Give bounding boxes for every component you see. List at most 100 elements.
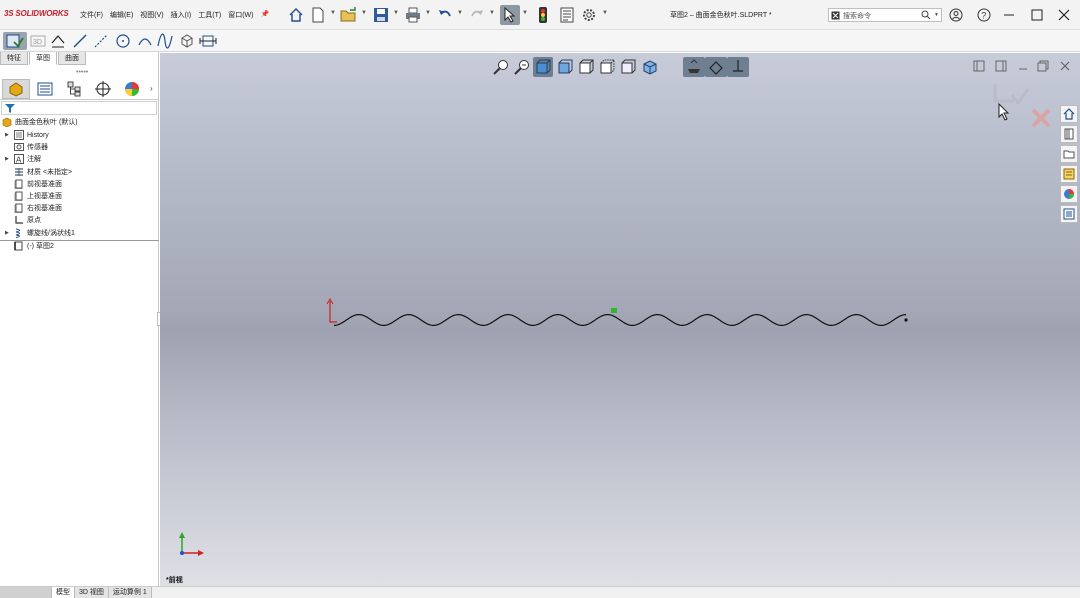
tab-surfaces[interactable]: 曲面 <box>58 52 86 65</box>
save-dropdown-caret[interactable]: ▼ <box>393 10 399 16</box>
task-pane-resources-button[interactable] <box>1060 125 1078 143</box>
options-button[interactable] <box>579 5 599 25</box>
tangent-edges-button[interactable] <box>727 57 749 77</box>
tab-sketch[interactable]: 草图 <box>29 52 57 65</box>
search-input[interactable]: 搜索命令 <box>843 11 871 21</box>
expand-arrow-icon[interactable]: ▶ <box>5 156 11 162</box>
select-dropdown-caret[interactable]: ▼ <box>522 10 528 16</box>
smart-dimension-button[interactable] <box>48 32 68 50</box>
helix-start-point[interactable] <box>611 308 617 313</box>
tree-item-front-plane[interactable]: 前视基准面 <box>14 178 62 190</box>
task-pane-file-explorer-button[interactable] <box>1060 145 1078 163</box>
previous-view-button[interactable] <box>533 57 553 77</box>
new-document-button[interactable] <box>308 5 328 25</box>
new-dropdown-caret[interactable]: ▼ <box>330 10 336 16</box>
view-settings-button[interactable] <box>705 57 727 77</box>
minimize-button[interactable] <box>1000 6 1018 24</box>
arc-button[interactable] <box>135 32 155 50</box>
menu-edit[interactable]: 编辑(E) <box>110 10 133 20</box>
tree-item-material[interactable]: 材质 <未指定> <box>14 166 72 178</box>
plane-button[interactable] <box>177 32 197 50</box>
tab-motion-study[interactable]: 运动算例 1 <box>108 587 152 598</box>
section-view-button[interactable] <box>555 57 575 77</box>
pin-icon[interactable]: 📌 <box>260 10 269 20</box>
menu-window[interactable]: 窗口(W) <box>228 10 253 20</box>
user-account-button[interactable] <box>947 6 965 24</box>
undo-button[interactable] <box>435 5 455 25</box>
home-button[interactable] <box>286 5 306 25</box>
menu-view[interactable]: 视图(V) <box>140 10 163 20</box>
maximize-button[interactable] <box>1028 6 1046 24</box>
spline-button[interactable] <box>155 32 175 50</box>
apply-scene-button[interactable] <box>683 57 705 77</box>
open-dropdown-caret[interactable]: ▼ <box>361 10 367 16</box>
tree-item-origin[interactable]: 原点 <box>14 214 41 226</box>
save-button[interactable] <box>371 5 391 25</box>
tree-item-right-plane[interactable]: 右视基准面 <box>14 202 62 214</box>
options-dropdown-caret[interactable]: ▼ <box>602 10 608 16</box>
search-dropdown-caret[interactable]: ▼ <box>934 12 939 18</box>
viewport-tile-left-button[interactable] <box>972 59 986 73</box>
viewport-tile-right-button[interactable] <box>994 59 1008 73</box>
hide-show-items-button[interactable] <box>618 57 638 77</box>
sketch-picture-button[interactable] <box>198 32 218 50</box>
rebuild-button[interactable] <box>533 5 553 25</box>
exit-sketch-button[interactable] <box>3 32 27 50</box>
menu-insert[interactable]: 插入(I) <box>171 10 192 20</box>
tree-item-history[interactable]: ▶ History <box>5 129 49 141</box>
search-icon[interactable] <box>921 10 931 20</box>
display-manager-tab[interactable] <box>118 79 146 99</box>
tab-scroll-area[interactable] <box>0 587 52 598</box>
tab-model[interactable]: 模型 <box>52 587 75 598</box>
redo-button[interactable] <box>467 5 487 25</box>
more-tabs-arrow[interactable]: › <box>150 84 153 93</box>
file-properties-button[interactable] <box>557 5 577 25</box>
tree-item-active-sketch[interactable]: (-) 草图2 <box>14 240 54 252</box>
configuration-manager-tab[interactable] <box>60 79 88 99</box>
close-button[interactable] <box>1055 6 1073 24</box>
expand-arrow-icon[interactable]: ▶ <box>5 132 11 138</box>
print-dropdown-caret[interactable]: ▼ <box>425 10 431 16</box>
help-button[interactable]: ? <box>975 6 993 24</box>
graphics-viewport[interactable]: *前视 <box>160 53 1080 586</box>
tab-features[interactable]: 特征 <box>0 52 28 65</box>
viewport-close-button[interactable] <box>1058 59 1072 73</box>
task-pane-home-button[interactable] <box>1060 105 1078 123</box>
viewport-minimize-button[interactable] <box>1016 59 1030 73</box>
task-pane-appearances-button[interactable] <box>1060 185 1078 203</box>
feature-manager-tab[interactable] <box>2 79 30 99</box>
print-button[interactable] <box>403 5 423 25</box>
task-pane-design-library-button[interactable] <box>1060 165 1078 183</box>
pane-resize-grip[interactable]: ••••• <box>76 69 88 76</box>
property-manager-tab[interactable] <box>31 79 59 99</box>
expand-arrow-icon[interactable]: ▶ <box>5 230 11 236</box>
zoom-to-fit-button[interactable] <box>491 57 511 77</box>
menu-file[interactable]: 文件(F) <box>80 10 103 20</box>
open-button[interactable] <box>339 5 359 25</box>
display-style-button[interactable] <box>597 57 617 77</box>
redo-dropdown-caret[interactable]: ▼ <box>489 10 495 16</box>
tree-root[interactable]: 曲面金色秋叶 (默认) <box>2 116 78 128</box>
undo-dropdown-caret[interactable]: ▼ <box>457 10 463 16</box>
tab-3d-views[interactable]: 3D 视图 <box>75 587 109 598</box>
dimxpert-manager-tab[interactable] <box>89 79 117 99</box>
confirmation-corner-cancel-icon[interactable] <box>1030 107 1052 129</box>
view-orientation-button[interactable] <box>576 57 596 77</box>
tree-item-sensors[interactable]: 传感器 <box>14 141 48 153</box>
tree-item-annotations[interactable]: ▶ A 注解 <box>5 153 41 165</box>
helix-curve[interactable] <box>332 306 912 336</box>
tree-item-top-plane[interactable]: 上视基准面 <box>14 190 62 202</box>
select-button[interactable] <box>500 5 520 25</box>
tree-item-helix[interactable]: ▶ 螺旋线/涡状线1 <box>5 227 75 239</box>
search-box[interactable]: 搜索命令 ▼ <box>828 8 942 22</box>
3d-sketch-button[interactable]: 3D <box>28 32 48 50</box>
viewport-restore-button[interactable] <box>1036 59 1050 73</box>
circle-button[interactable] <box>113 32 133 50</box>
tree-filter[interactable] <box>1 101 157 115</box>
line-button[interactable] <box>70 32 90 50</box>
task-pane-custom-properties-button[interactable] <box>1060 205 1078 223</box>
centerline-button[interactable] <box>91 32 111 50</box>
zoom-to-area-button[interactable] <box>512 57 532 77</box>
menu-tools[interactable]: 工具(T) <box>198 10 221 20</box>
edit-appearance-button[interactable] <box>640 57 660 77</box>
